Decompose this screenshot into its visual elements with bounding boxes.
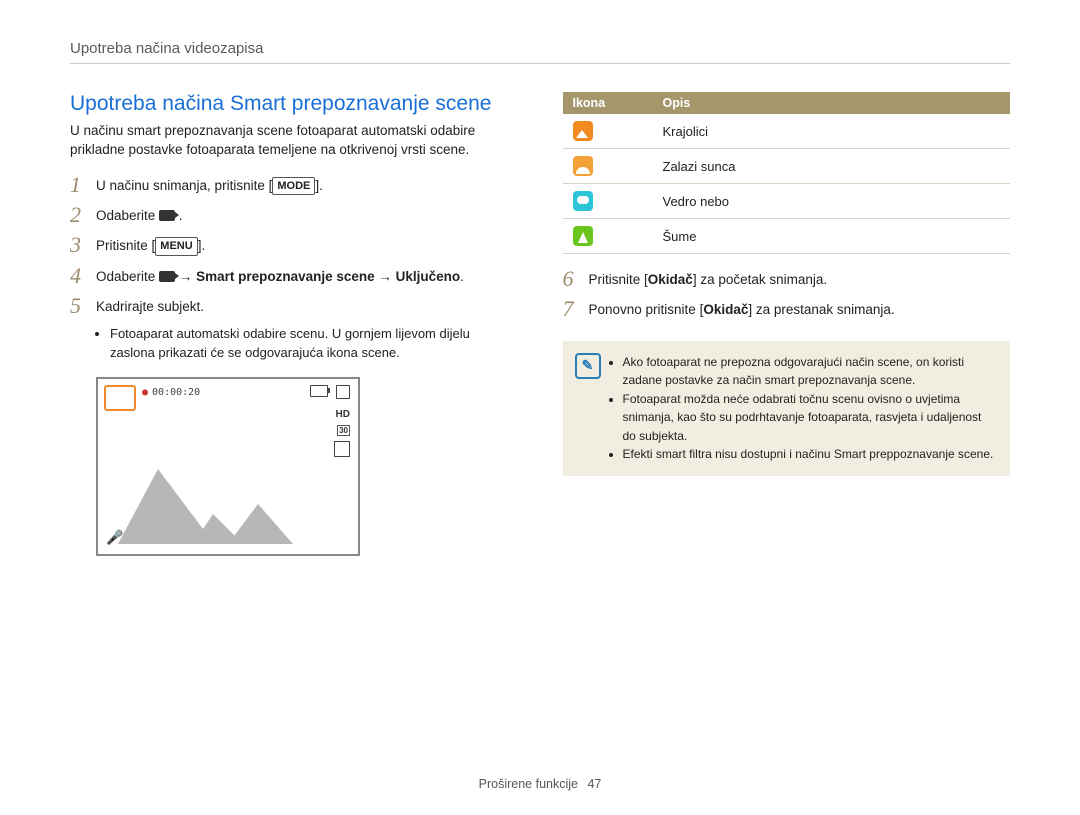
left-column: Upotreba načina Smart prepoznavanje scen… xyxy=(70,92,518,556)
step-number: 5 xyxy=(70,295,96,317)
video-icon xyxy=(159,271,175,282)
step-number: 7 xyxy=(563,298,589,320)
camera-lcd-preview: 00:00:20 HD 30 🎤 xyxy=(96,377,360,556)
step-2: 2 Odaberite . xyxy=(70,204,518,226)
note-item: Fotoaparat možda neće odabrati točnu sce… xyxy=(623,390,997,446)
mode-button-label: MODE xyxy=(272,177,315,196)
metering-icon xyxy=(334,441,350,457)
scene-icon-table: Ikona Opis Krajolici Zalazi sunca xyxy=(563,92,1011,254)
step-text: Odaberite xyxy=(96,269,159,284)
table-row: Zalazi sunca xyxy=(563,149,1011,184)
step-number: 3 xyxy=(70,234,96,256)
step-number: 4 xyxy=(70,265,96,287)
step-5-sub: Fotoaparat automatski odabire scenu. U g… xyxy=(96,325,518,363)
table-row: Šume xyxy=(563,219,1011,254)
note-item: Ako fotoaparat ne prepozna odgovarajući … xyxy=(623,353,997,390)
microphone-icon: 🎤 xyxy=(106,529,123,546)
battery-icon xyxy=(310,385,328,397)
info-icon: ✎ xyxy=(575,353,601,379)
step-number: 6 xyxy=(563,268,589,290)
scene-indicator-icon xyxy=(104,385,136,411)
rec-time: 00:00:20 xyxy=(142,387,200,398)
storage-icon xyxy=(336,385,350,399)
table-header-desc: Opis xyxy=(653,92,1011,114)
landscape-icon xyxy=(573,121,593,141)
intro-text: U načinu smart prepoznavanja scene fotoa… xyxy=(70,122,518,160)
step-6: 6 Pritisnite [Okidač] za početak snimanj… xyxy=(563,268,1011,290)
sunset-icon xyxy=(573,156,593,176)
table-row: Krajolici xyxy=(563,114,1011,149)
step-5: 5 Kadrirajte subjekt. xyxy=(70,295,518,317)
mountain-graphic xyxy=(118,434,328,544)
hd-label: HD xyxy=(336,409,350,420)
section-heading: Upotreba načina Smart prepoznavanje scen… xyxy=(70,92,518,116)
table-header-icon: Ikona xyxy=(563,92,653,114)
step-7: 7 Ponovno pritisnite [Okidač] za prestan… xyxy=(563,298,1011,320)
step-number: 1 xyxy=(70,174,96,196)
note-item: Efekti smart filtra nisu dostupni i nači… xyxy=(623,445,997,464)
clear-sky-icon xyxy=(573,191,593,211)
step-text: U načinu snimanja, pritisnite xyxy=(96,178,269,193)
page-footer: Proširene funkcije 47 xyxy=(0,777,1080,791)
fps-label: 30 xyxy=(337,425,350,436)
step-number: 2 xyxy=(70,204,96,226)
step-3: 3 Pritisnite [MENU]. xyxy=(70,234,518,256)
info-note: ✎ Ako fotoaparat ne prepozna odgovarajuć… xyxy=(563,341,1011,477)
video-icon xyxy=(159,210,175,221)
table-row: Vedro nebo xyxy=(563,184,1011,219)
menu-button-label: MENU xyxy=(155,237,197,256)
step-4: 4 Odaberite → Smart prepoznavanje scene … xyxy=(70,265,518,287)
step-1: 1 U načinu snimanja, pritisnite [MODE]. xyxy=(70,174,518,196)
step-text: Pritisnite xyxy=(96,238,152,253)
step-text: Kadrirajte subjekt. xyxy=(96,295,204,317)
step-text: Odaberite xyxy=(96,208,159,223)
forest-icon xyxy=(573,226,593,246)
chapter-title: Upotreba načina videozapisa xyxy=(70,40,1010,64)
right-column: Ikona Opis Krajolici Zalazi sunca xyxy=(563,92,1011,556)
